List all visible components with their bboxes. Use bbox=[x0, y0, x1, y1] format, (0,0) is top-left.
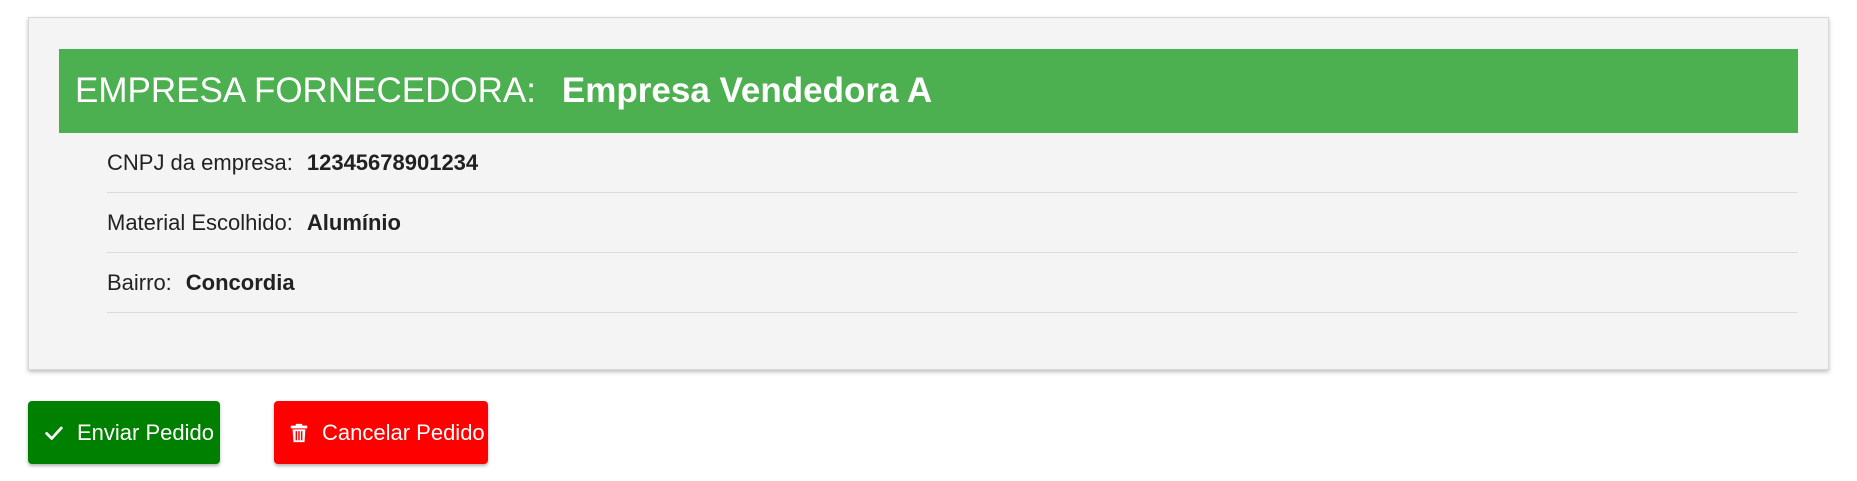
detail-value-bairro: Concordia bbox=[185, 269, 295, 295]
detail-row-material: Material Escolhido: Alumínio bbox=[107, 193, 1798, 253]
cancel-order-label: Cancelar Pedido bbox=[322, 419, 485, 445]
detail-label-material: Material Escolhido: bbox=[107, 209, 293, 235]
send-order-button[interactable]: Enviar Pedido bbox=[28, 401, 220, 464]
supplier-header-label: EMPRESA FORNECEDORA: bbox=[75, 71, 536, 110]
supplier-card: EMPRESA FORNECEDORA: Empresa Vendedora A… bbox=[28, 17, 1829, 370]
detail-label-bairro: Bairro: bbox=[107, 269, 172, 295]
supplier-header: EMPRESA FORNECEDORA: Empresa Vendedora A bbox=[59, 49, 1798, 133]
cancel-order-button[interactable]: Cancelar Pedido bbox=[274, 401, 488, 464]
detail-label-cnpj: CNPJ da empresa: bbox=[107, 149, 293, 175]
supplier-details-list: CNPJ da empresa: 12345678901234 Material… bbox=[107, 133, 1798, 313]
detail-value-cnpj: 12345678901234 bbox=[306, 149, 479, 175]
send-order-label: Enviar Pedido bbox=[77, 419, 214, 445]
check-icon bbox=[43, 422, 65, 444]
detail-row-cnpj: CNPJ da empresa: 12345678901234 bbox=[107, 133, 1798, 193]
trash-icon bbox=[288, 422, 310, 444]
supplier-company-name: Empresa Vendedora A bbox=[561, 71, 933, 110]
detail-value-material: Alumínio bbox=[306, 209, 401, 235]
detail-row-bairro: Bairro: Concordia bbox=[107, 253, 1798, 313]
